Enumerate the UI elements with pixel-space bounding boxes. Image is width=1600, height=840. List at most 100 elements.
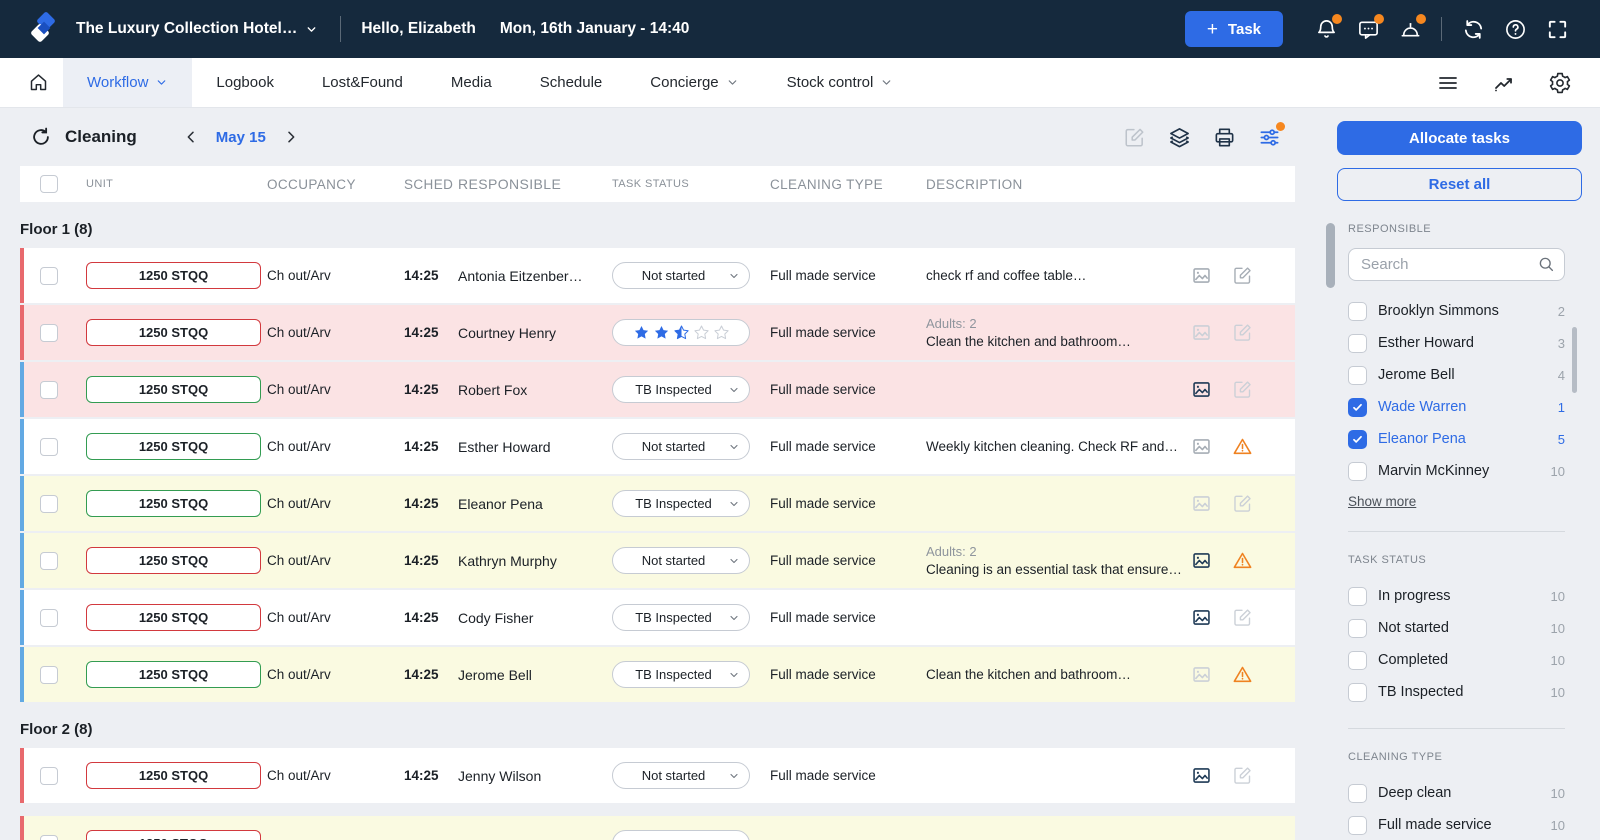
task-status-dropdown[interactable]: Not started <box>612 762 750 789</box>
task-status-dropdown[interactable]: TB Inspected <box>612 376 750 403</box>
nav-item-stock-control[interactable]: Stock control <box>763 58 918 107</box>
task-status-dropdown[interactable]: TB Inspected <box>612 661 750 688</box>
fullscreen-icon[interactable] <box>1545 17 1569 41</box>
filter-checkbox[interactable] <box>1348 302 1367 321</box>
filter-checkbox[interactable] <box>1348 366 1367 385</box>
unit-badge[interactable]: 1250 STQQ <box>86 490 261 517</box>
filter-item-eleanor-pena[interactable]: Eleanor Pena5 <box>1348 423 1565 455</box>
select-all-checkbox[interactable] <box>40 175 58 193</box>
filter-checkbox[interactable] <box>1348 462 1367 481</box>
edit-icon[interactable] <box>1232 379 1253 400</box>
task-status-dropdown[interactable]: TB Inspected <box>612 604 750 631</box>
filter-checkbox[interactable] <box>1348 334 1367 353</box>
image-icon[interactable] <box>1191 765 1212 786</box>
filter-item-deep-clean[interactable]: Deep clean10 <box>1348 777 1565 809</box>
add-task-button[interactable]: + Task <box>1185 11 1283 47</box>
filter-checkbox[interactable] <box>1348 587 1367 606</box>
nav-item-workflow[interactable]: Workflow <box>63 58 192 107</box>
row-checkbox[interactable] <box>40 767 58 785</box>
unit-badge[interactable]: 1250 STQQ <box>86 762 261 789</box>
filter-checkbox[interactable] <box>1348 683 1367 702</box>
image-icon[interactable] <box>1191 436 1212 457</box>
nav-item-lost-found[interactable]: Lost&Found <box>298 58 427 107</box>
home-icon[interactable] <box>28 58 49 107</box>
next-day-chevron-icon[interactable] <box>283 129 299 145</box>
filter-checkbox[interactable] <box>1348 430 1367 449</box>
row-checkbox[interactable] <box>40 609 58 627</box>
unit-badge[interactable]: 1250 STQQ <box>86 433 261 460</box>
filter-item-jerome-bell[interactable]: Jerome Bell4 <box>1348 359 1565 391</box>
task-status-dropdown[interactable]: Not started <box>612 547 750 574</box>
print-icon[interactable] <box>1213 126 1236 149</box>
date-label[interactable]: May 15 <box>216 129 266 146</box>
row-checkbox[interactable] <box>40 267 58 285</box>
reports-icon[interactable] <box>1492 71 1516 95</box>
row-checkbox[interactable] <box>40 552 58 570</box>
main-scrollbar[interactable] <box>1326 223 1335 288</box>
filter-checkbox[interactable] <box>1348 816 1367 835</box>
image-icon[interactable] <box>1191 379 1212 400</box>
filter-item-in-progress[interactable]: In progress10 <box>1348 580 1565 612</box>
sync-icon[interactable] <box>1461 17 1485 41</box>
edit-icon[interactable] <box>1232 322 1253 343</box>
warning-icon[interactable] <box>1232 664 1253 685</box>
row-checkbox[interactable] <box>40 438 58 456</box>
prev-day-chevron-icon[interactable] <box>183 129 199 145</box>
row-checkbox[interactable] <box>40 495 58 513</box>
filter-item-completed[interactable]: Completed10 <box>1348 644 1565 676</box>
image-icon[interactable] <box>1191 607 1212 628</box>
settings-gear-icon[interactable] <box>1548 71 1572 95</box>
service-bell-icon[interactable] <box>1398 17 1422 41</box>
unit-badge[interactable]: 1250 STQQ <box>86 830 261 840</box>
filter-checkbox[interactable] <box>1348 398 1367 417</box>
row-checkbox[interactable] <box>40 835 58 840</box>
unit-badge[interactable]: 1250 STQQ <box>86 262 261 289</box>
filter-item-esther-howard[interactable]: Esther Howard3 <box>1348 327 1565 359</box>
notifications-bell-icon[interactable] <box>1314 17 1338 41</box>
warning-icon[interactable] <box>1232 436 1253 457</box>
task-status-dropdown[interactable]: Not started <box>612 262 750 289</box>
filter-checkbox[interactable] <box>1348 784 1367 803</box>
edit-icon[interactable] <box>1123 126 1146 149</box>
image-icon[interactable] <box>1191 322 1212 343</box>
edit-icon[interactable] <box>1232 493 1253 514</box>
messages-icon[interactable] <box>1356 17 1380 41</box>
filter-item-not-started[interactable]: Not started10 <box>1348 612 1565 644</box>
task-status-dropdown[interactable]: Not started <box>612 433 750 460</box>
hotel-selector[interactable]: The Luxury Collection Hotel… <box>76 20 318 38</box>
unit-badge[interactable]: 1250 STQQ <box>86 376 261 403</box>
filter-checkbox[interactable] <box>1348 619 1367 638</box>
refresh-icon[interactable] <box>30 126 52 148</box>
filter-item-wade-warren[interactable]: Wade Warren1 <box>1348 391 1565 423</box>
show-more-link[interactable]: Show more <box>1348 494 1416 509</box>
edit-icon[interactable] <box>1232 607 1253 628</box>
nav-item-media[interactable]: Media <box>427 58 516 107</box>
edit-icon[interactable] <box>1232 265 1253 286</box>
help-icon[interactable] <box>1503 17 1527 41</box>
row-checkbox[interactable] <box>40 324 58 342</box>
filter-checkbox[interactable] <box>1348 651 1367 670</box>
nav-item-logbook[interactable]: Logbook <box>192 58 298 107</box>
warning-icon[interactable] <box>1232 550 1253 571</box>
filter-item-marvin-mckinney[interactable]: Marvin McKinney10 <box>1348 455 1565 487</box>
sidebar-scrollbar[interactable] <box>1572 327 1577 393</box>
layers-icon[interactable] <box>1168 126 1191 149</box>
image-icon[interactable] <box>1191 664 1212 685</box>
edit-icon[interactable] <box>1232 765 1253 786</box>
search-input[interactable] <box>1348 248 1565 281</box>
nav-item-schedule[interactable]: Schedule <box>516 58 627 107</box>
unit-badge[interactable]: 1250 STQQ <box>86 547 261 574</box>
nav-item-concierge[interactable]: Concierge <box>626 58 762 107</box>
unit-badge[interactable]: 1250 STQQ <box>86 319 261 346</box>
filter-item-tb-inspected[interactable]: TB Inspected10 <box>1348 676 1565 708</box>
filter-item-full-made-service[interactable]: Full made service10 <box>1348 809 1565 840</box>
row-checkbox[interactable] <box>40 381 58 399</box>
allocate-tasks-button[interactable]: Allocate tasks <box>1337 121 1582 155</box>
task-status-dropdown[interactable] <box>612 830 750 840</box>
image-icon[interactable] <box>1191 550 1212 571</box>
unit-badge[interactable]: 1250 STQQ <box>86 604 261 631</box>
image-icon[interactable] <box>1191 493 1212 514</box>
task-status-dropdown[interactable]: TB Inspected <box>612 490 750 517</box>
rating-stars[interactable] <box>612 319 750 346</box>
filter-sliders-icon[interactable] <box>1258 126 1281 149</box>
